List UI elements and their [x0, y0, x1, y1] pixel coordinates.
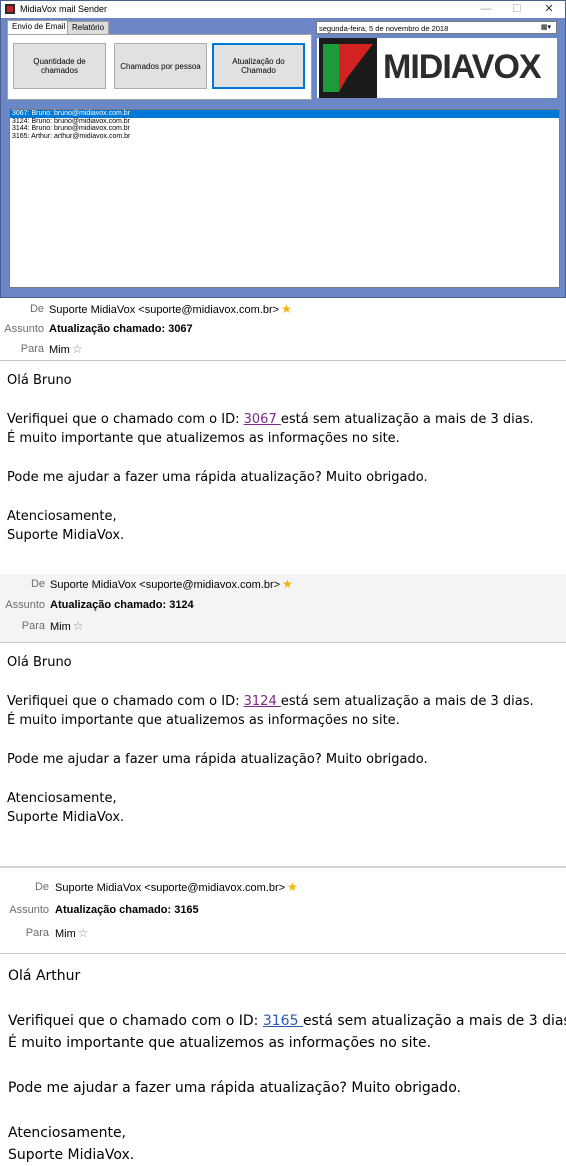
star-outline-icon[interactable]: ☆ [73, 619, 84, 633]
minimize-button[interactable]: — [471, 2, 501, 17]
body-text: está sem atualização a mais de 3 dias. [280, 412, 534, 427]
body-line-1: Verifiquei que o chamado com o ID: 3165 … [8, 1010, 566, 1032]
greeting: Olá Arthur [8, 968, 81, 984]
ticket-listbox[interactable]: 3067: Bruno: bruno@midiavox.com.br 3124:… [9, 109, 560, 288]
subject-row: Assunto Atualização chamado: 3165 [0, 899, 566, 922]
from-value[interactable]: Suporte MidiaVox <suporte@midiavox.com.b… [49, 304, 279, 316]
star-filled-icon[interactable]: ★ [287, 880, 298, 894]
greeting: Olá Bruno [7, 373, 72, 388]
star-outline-icon[interactable]: ☆ [78, 926, 89, 940]
to-value[interactable]: Mim [50, 621, 71, 633]
from-row: De Suporte MidiaVox <suporte@midiavox.co… [0, 876, 566, 899]
app-icon [5, 4, 15, 14]
to-value-wrap: Mim ☆ [50, 616, 84, 638]
body-line-3: Pode me ajudar a fazer uma rápida atuali… [7, 470, 428, 485]
to-value[interactable]: Mim [49, 344, 70, 356]
from-row: De Suporte MidiaVox <suporte@midiavox.co… [0, 574, 566, 595]
email-message-2: De Suporte MidiaVox <suporte@midiavox.co… [0, 570, 566, 827]
to-label: Para [25, 927, 49, 939]
email-header: De Suporte MidiaVox <suporte@midiavox.co… [0, 876, 566, 954]
from-row: De Suporte MidiaVox <suporte@midiavox.co… [0, 299, 566, 319]
quantidade-de-chamados-button[interactable]: Quantidade de chamados [13, 43, 106, 89]
email-header: De Suporte MidiaVox <suporte@midiavox.co… [0, 574, 566, 643]
to-row: Para Mim ☆ [0, 339, 566, 359]
subject-label: Assunto [9, 904, 49, 916]
star-outline-icon[interactable]: ☆ [72, 342, 83, 356]
body-text: Verifiquei que o chamado com o ID: [7, 412, 244, 427]
closing: Atenciosamente, [8, 1125, 127, 1141]
list-item[interactable]: 3165: Arthur: arthur@midiavox.com.br [10, 133, 559, 141]
tab-relatorio[interactable]: Relatório [67, 21, 110, 34]
star-filled-icon[interactable]: ★ [282, 577, 293, 591]
subject-label: Assunto [4, 323, 44, 335]
email-body: Olá Arthur Verifiquei que o chamado com … [0, 954, 566, 1166]
ticket-id-link[interactable]: 3165 [263, 1013, 303, 1029]
ticket-id-link[interactable]: 3067 [244, 412, 281, 427]
subject-value: Atualização chamado: 3124 [50, 599, 194, 611]
body-text: Verifiquei que o chamado com o ID: [7, 694, 244, 709]
list-item[interactable]: 3124: Bruno: bruno@midiavox.com.br [10, 118, 559, 126]
body-line-2: É muito importante que atualizemos as in… [7, 431, 400, 446]
email-message-1: De Suporte MidiaVox <suporte@midiavox.co… [0, 299, 566, 545]
to-row: Para Mim ☆ [0, 922, 566, 945]
subject-row: Assunto Atualização chamado: 3124 [0, 595, 566, 616]
to-label: Para [20, 343, 44, 355]
body-line-3: Pode me ajudar a fazer uma rápida atuali… [7, 752, 428, 767]
signature: Suporte MidiaVox. [7, 810, 125, 825]
greeting: Olá Bruno [7, 655, 72, 670]
body-line-1: Verifiquei que o chamado com o ID: 3067 … [7, 410, 566, 429]
midiavox-logo: MIDIAVOX [317, 38, 557, 98]
body-text: Verifiquei que o chamado com o ID: [8, 1013, 263, 1029]
subject-value: Atualização chamado: 3067 [49, 323, 193, 335]
signature: Suporte MidiaVox. [7, 528, 125, 543]
logo-mark-icon [319, 38, 377, 98]
from-value-wrap: Suporte MidiaVox <suporte@midiavox.com.b… [49, 299, 292, 320]
subject-label: Assunto [5, 599, 45, 611]
logo-wordmark: MIDIAVOX [383, 48, 542, 86]
tab-panel: Quantidade de chamados Chamados por pess… [7, 34, 312, 100]
close-button[interactable]: ✕ [534, 2, 564, 17]
window-title: MidiaVox mail Sender [20, 4, 108, 14]
email-body: Olá Bruno Verifiquei que o chamado com o… [0, 361, 566, 545]
tab-envio-de-email[interactable]: Envio de Email [7, 20, 71, 35]
email-header: De Suporte MidiaVox <suporte@midiavox.co… [0, 299, 566, 361]
list-item[interactable]: 3067: Bruno: bruno@midiavox.com.br [10, 110, 559, 118]
body-line-1: Verifiquei que o chamado com o ID: 3124 … [7, 692, 566, 711]
signature: Suporte MidiaVox. [8, 1147, 135, 1163]
email-body: Olá Bruno Verifiquei que o chamado com o… [0, 643, 566, 827]
closing: Atenciosamente, [7, 509, 117, 524]
to-value-wrap: Mim ☆ [55, 922, 89, 946]
to-value-wrap: Mim ☆ [49, 339, 83, 360]
maximize-button[interactable]: ☐ [502, 2, 532, 17]
star-filled-icon[interactable]: ★ [281, 302, 292, 316]
from-value-wrap: Suporte MidiaVox <suporte@midiavox.com.b… [55, 876, 298, 900]
body-text: está sem atualização a mais de 3 dias. [280, 694, 534, 709]
from-value[interactable]: Suporte MidiaVox <suporte@midiavox.com.b… [55, 882, 285, 894]
date-picker[interactable]: segunda-feira, 5 de novembro de 2018 ▦▾ [316, 21, 557, 34]
from-label: De [30, 578, 45, 590]
chamados-por-pessoa-button[interactable]: Chamados por pessoa [114, 43, 207, 89]
subject-value: Atualização chamado: 3165 [55, 904, 199, 916]
to-row: Para Mim ☆ [0, 616, 566, 637]
body-line-2: É muito importante que atualizemos as in… [8, 1035, 432, 1051]
date-picker-value: segunda-feira, 5 de novembro de 2018 [319, 24, 449, 33]
closing: Atenciosamente, [7, 791, 117, 806]
app-window: MidiaVox mail Sender — ☐ ✕ Envio de Emai… [0, 0, 566, 298]
list-item[interactable]: 3144: Bruno: bruno@midiavox.com.br [10, 125, 559, 133]
ticket-id-link[interactable]: 3124 [244, 694, 281, 709]
from-label: De [29, 303, 44, 315]
from-value[interactable]: Suporte MidiaVox <suporte@midiavox.com.b… [50, 579, 280, 591]
from-label: De [34, 881, 49, 893]
body-line-3: Pode me ajudar a fazer uma rápida atuali… [8, 1080, 461, 1096]
email-message-3: De Suporte MidiaVox <suporte@midiavox.co… [0, 866, 566, 1166]
subject-row: Assunto Atualização chamado: 3067 [0, 319, 566, 339]
to-label: Para [21, 620, 45, 632]
title-bar[interactable]: MidiaVox mail Sender — ☐ ✕ [1, 1, 565, 18]
to-value[interactable]: Mim [55, 928, 76, 940]
from-value-wrap: Suporte MidiaVox <suporte@midiavox.com.b… [50, 574, 293, 596]
body-line-2: É muito importante que atualizemos as in… [7, 713, 400, 728]
calendar-dropdown-icon[interactable]: ▦▾ [538, 23, 554, 32]
body-text: está sem atualização a mais de 3 dias. [302, 1013, 566, 1029]
atualizacao-do-chamado-button[interactable]: Atualização do Chamado [212, 43, 305, 89]
